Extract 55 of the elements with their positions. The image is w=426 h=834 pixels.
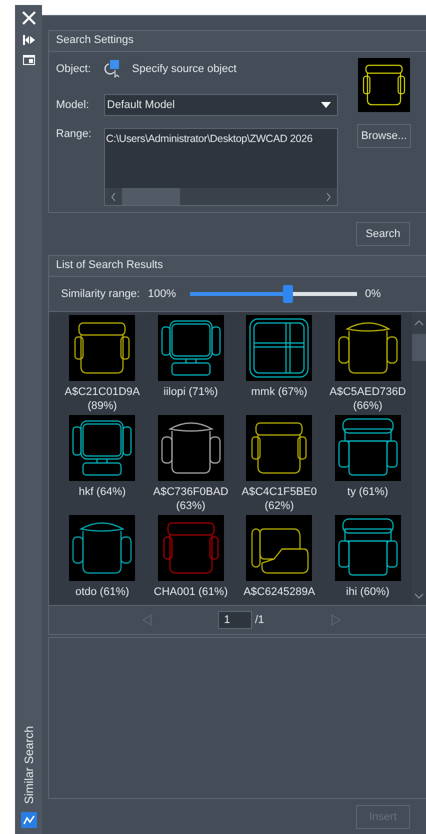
- scrollbar[interactable]: [412, 312, 426, 605]
- chair-thumbnail[interactable]: [69, 315, 136, 381]
- chair-thumbnail[interactable]: [69, 515, 136, 581]
- range-label: Range:: [56, 128, 92, 140]
- object-prompt[interactable]: Specify source object: [132, 63, 237, 75]
- scroll-thumb[interactable]: [412, 334, 426, 361]
- panel-icon[interactable]: [22, 55, 34, 65]
- result-name: A$C6245289A: [242, 585, 316, 599]
- slider-thumb[interactable]: [282, 285, 293, 303]
- chair-thumbnail[interactable]: [334, 515, 401, 581]
- similarity-slider[interactable]: [190, 285, 357, 303]
- chair-thumbnail[interactable]: [246, 515, 312, 581]
- result-name: iilopi (71%): [162, 385, 219, 399]
- scroll-up-icon[interactable]: [414, 320, 424, 326]
- group-title: Search Settings: [49, 31, 426, 52]
- result-name: otdo (61%): [74, 585, 130, 599]
- chair-thumbnail[interactable]: [158, 415, 224, 481]
- scroll-left-icon[interactable]: [111, 192, 116, 200]
- chair-thumbnail[interactable]: [158, 515, 224, 581]
- chair-thumbnail[interactable]: [69, 415, 136, 481]
- result-name: A$C4C1F5BE0 (62%): [240, 485, 318, 513]
- result-name: CHA001 (61%): [152, 585, 229, 599]
- object-label: Object:: [56, 63, 92, 75]
- sidebar-tab-label[interactable]: Similar Search: [22, 726, 36, 804]
- chair-thumbnail[interactable]: [158, 315, 224, 381]
- similar-search-icon[interactable]: [20, 812, 36, 828]
- group-title: List of Search Results: [49, 256, 426, 277]
- chair-thumbnail[interactable]: [246, 315, 312, 381]
- chair-thumbnail[interactable]: [334, 315, 401, 381]
- result-name: mmk (67%): [250, 385, 308, 399]
- horizontal-scrollbar[interactable]: [105, 188, 337, 205]
- close-icon[interactable]: [22, 11, 36, 25]
- similarity-min: 0%: [365, 288, 381, 300]
- scroll-down-icon[interactable]: [414, 593, 424, 599]
- result-name: A$C21C01D9A (89%): [64, 385, 141, 413]
- chair-thumbnail[interactable]: [334, 415, 401, 481]
- result-name: A$C736F0BAD (63%): [152, 485, 230, 513]
- range-field[interactable]: C:\Users\Administrator\Desktop\ZWCAD 2026: [104, 128, 338, 206]
- dropdown-caret-icon[interactable]: [321, 102, 331, 108]
- result-name: hkf (64%): [78, 485, 127, 499]
- search-button[interactable]: Search: [356, 222, 410, 246]
- similarity-max: 100%: [148, 288, 176, 300]
- page-field[interactable]: 1: [218, 611, 252, 629]
- scroll-thumb[interactable]: [122, 188, 180, 205]
- select-object-icon[interactable]: [104, 60, 122, 78]
- model-dropdown[interactable]: Default Model: [104, 94, 338, 116]
- browse-button[interactable]: Browse...: [357, 124, 411, 148]
- model-label: Model:: [56, 99, 90, 111]
- result-name: ty (61%): [346, 485, 390, 499]
- scroll-right-icon[interactable]: [326, 192, 331, 200]
- page-total: /1: [255, 614, 264, 626]
- chair-thumbnail[interactable]: [246, 415, 312, 481]
- result-name: ihi (60%): [345, 585, 390, 599]
- similarity-label: Similarity range:: [61, 288, 140, 300]
- result-name: A$C5AED736D (66%): [328, 385, 407, 413]
